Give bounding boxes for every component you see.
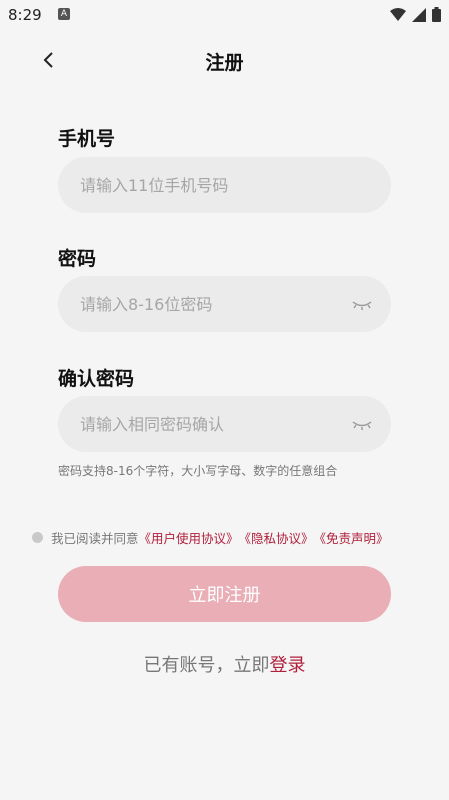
user-agreement-link[interactable]: 《用户使用协议》: [139, 528, 239, 547]
password-label: 密码: [58, 248, 97, 270]
disclaimer-link[interactable]: 《免责声明》: [314, 528, 389, 547]
nav-bar: 注册: [0, 40, 449, 80]
status-bar: 8:29 A: [0, 0, 449, 30]
confirm-password-label: 确认密码: [58, 368, 135, 390]
login-prompt: 已有账号，立即登录: [0, 651, 449, 677]
password-input[interactable]: [78, 293, 342, 315]
eye-closed-icon[interactable]: [351, 414, 373, 434]
confirm-password-field: [58, 396, 391, 452]
confirm-password-input[interactable]: [78, 413, 342, 435]
login-link[interactable]: 登录: [270, 655, 306, 676]
agreement-prefix: 我已阅读并同意: [51, 531, 139, 546]
privacy-link[interactable]: 《隐私协议》: [239, 528, 314, 547]
login-prefix: 已有账号，立即: [143, 655, 270, 676]
phone-label: 手机号: [58, 128, 116, 150]
battery-icon: [432, 7, 441, 22]
password-field: [58, 276, 391, 332]
system-icons: [390, 7, 441, 22]
signal-icon: [412, 7, 426, 22]
page-title: 注册: [205, 52, 244, 74]
agreement-row: 我已阅读并同意 《用户使用协议》 《隐私协议》 《免责声明》: [32, 528, 389, 547]
eye-closed-icon[interactable]: [351, 294, 373, 314]
phone-field: [58, 157, 391, 213]
notification-icon: A: [58, 8, 70, 20]
status-time: 8:29: [8, 6, 42, 24]
password-hint: 密码支持8-16个字符，大小写字母、数字的任意组合: [58, 464, 338, 478]
wifi-icon: [390, 7, 406, 21]
register-button[interactable]: 立即注册: [58, 566, 391, 622]
agree-radio[interactable]: [32, 532, 43, 543]
phone-input[interactable]: [78, 174, 342, 196]
